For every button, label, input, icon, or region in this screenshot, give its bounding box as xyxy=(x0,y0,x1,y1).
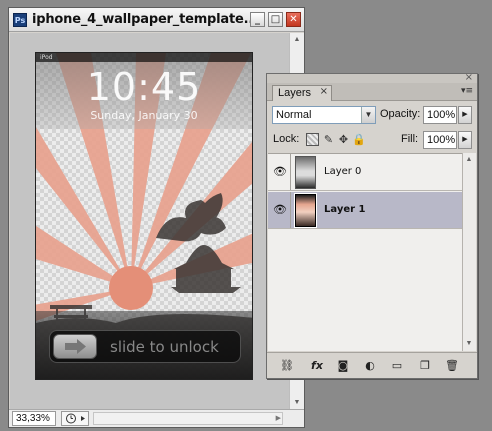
zoom-level-field[interactable]: 33,33% xyxy=(12,411,56,426)
layer-row[interactable]: 👁 Layer 0 xyxy=(268,154,464,191)
tab-layers-label: Layers xyxy=(278,87,312,99)
fill-label: Fill: xyxy=(401,133,419,145)
lock-all-icon[interactable]: 🔒 xyxy=(352,133,366,146)
scroll-up-arrow-icon[interactable]: ▲ xyxy=(291,34,303,46)
blend-mode-value: Normal xyxy=(276,109,312,121)
lock-position-icon[interactable]: ✥ xyxy=(337,133,350,146)
folder-icon[interactable]: ▭ xyxy=(389,359,405,373)
horizontal-scrollbar[interactable]: ▶ xyxy=(93,412,283,425)
layers-footer: ⛓ fx ◙ ◐ ▭ ❐ 🗑 xyxy=(267,352,477,378)
document-title-bar[interactable]: Ps iphone_4_wallpaper_template... _ □ ✕ xyxy=(9,8,304,32)
link-icon[interactable]: ⛓ xyxy=(279,359,295,373)
chevron-down-icon[interactable]: ▼ xyxy=(361,107,375,123)
layer-name: Layer 1 xyxy=(324,204,366,215)
maximize-button[interactable]: □ xyxy=(268,12,283,27)
layer-name: Layer 0 xyxy=(324,166,362,177)
opacity-slider-button[interactable]: ▶ xyxy=(458,106,472,124)
layer-thumbnail xyxy=(295,156,316,189)
carrier-label: iPod xyxy=(40,54,53,61)
divider xyxy=(290,192,291,228)
lock-screen-date: Sunday, January 30 xyxy=(90,109,198,122)
fill-field[interactable]: 100% xyxy=(423,131,457,149)
layer-row-selected[interactable]: 👁 Layer 1 xyxy=(268,192,464,229)
scroll-right-arrow-icon[interactable]: ▶ xyxy=(276,413,281,424)
clock-icon xyxy=(66,413,85,424)
panel-tab-row: Layers × ▾≡ xyxy=(267,83,477,101)
status-bar: 33,33% ▶ xyxy=(9,409,304,427)
mask-icon[interactable]: ◙ xyxy=(335,359,351,373)
document-title: iphone_4_wallpaper_template... xyxy=(32,12,258,27)
panel-menu-icon[interactable]: ▾≡ xyxy=(461,86,473,96)
eye-icon[interactable]: 👁 xyxy=(272,202,288,218)
photoshop-icon: Ps xyxy=(13,13,27,27)
layer-list-scrollbar[interactable]: ▲ ▼ xyxy=(462,153,476,351)
unlock-slider: slide to unlock xyxy=(49,330,241,363)
unlock-slider-knob xyxy=(53,334,97,359)
tab-close-icon[interactable]: × xyxy=(320,86,328,97)
arrow-right-icon xyxy=(65,339,86,354)
lock-image-pixels-icon[interactable]: ✎ xyxy=(322,133,335,146)
new-layer-icon[interactable]: ❐ xyxy=(417,359,433,373)
lock-label: Lock: xyxy=(273,133,300,145)
fx-icon[interactable]: fx xyxy=(309,359,325,373)
trash-icon[interactable]: 🗑 xyxy=(444,359,460,373)
blend-mode-select[interactable]: Normal ▼ xyxy=(272,106,376,124)
scroll-down-arrow-icon[interactable]: ▼ xyxy=(463,338,475,350)
scroll-up-arrow-icon[interactable]: ▲ xyxy=(463,154,475,166)
divider xyxy=(290,154,291,190)
layer-thumbnail xyxy=(294,193,317,228)
iphone-status-bar: iPod xyxy=(36,53,252,62)
slide-to-unlock-text: slide to unlock xyxy=(110,338,219,356)
close-button[interactable]: ✕ xyxy=(286,12,301,27)
lock-screen-time: 10:45 xyxy=(86,65,202,109)
layers-panel: × Layers × ▾≡ Normal ▼ Opacity: 100% ▶ L… xyxy=(266,72,478,379)
panel-grip-bar[interactable]: × xyxy=(267,72,477,83)
layer-list: 👁 Layer 0 👁 Layer 1 xyxy=(268,153,464,351)
status-info-button[interactable] xyxy=(61,411,89,426)
minimize-button[interactable]: _ xyxy=(250,12,265,27)
tab-layers[interactable]: Layers × xyxy=(272,85,333,101)
fill-slider-button[interactable]: ▶ xyxy=(458,131,472,149)
eye-icon[interactable]: 👁 xyxy=(272,164,288,180)
scroll-down-arrow-icon[interactable]: ▼ xyxy=(291,397,303,409)
opacity-label: Opacity: xyxy=(380,108,421,120)
opacity-field[interactable]: 100% xyxy=(423,106,457,124)
adjustment-icon[interactable]: ◐ xyxy=(362,359,378,373)
wallpaper-canvas[interactable]: iPod 10:45 Sunday, January 30 slide to u… xyxy=(35,52,253,380)
lock-transparent-pixels-icon[interactable] xyxy=(306,133,319,146)
panel-close-icon[interactable]: × xyxy=(465,72,473,83)
